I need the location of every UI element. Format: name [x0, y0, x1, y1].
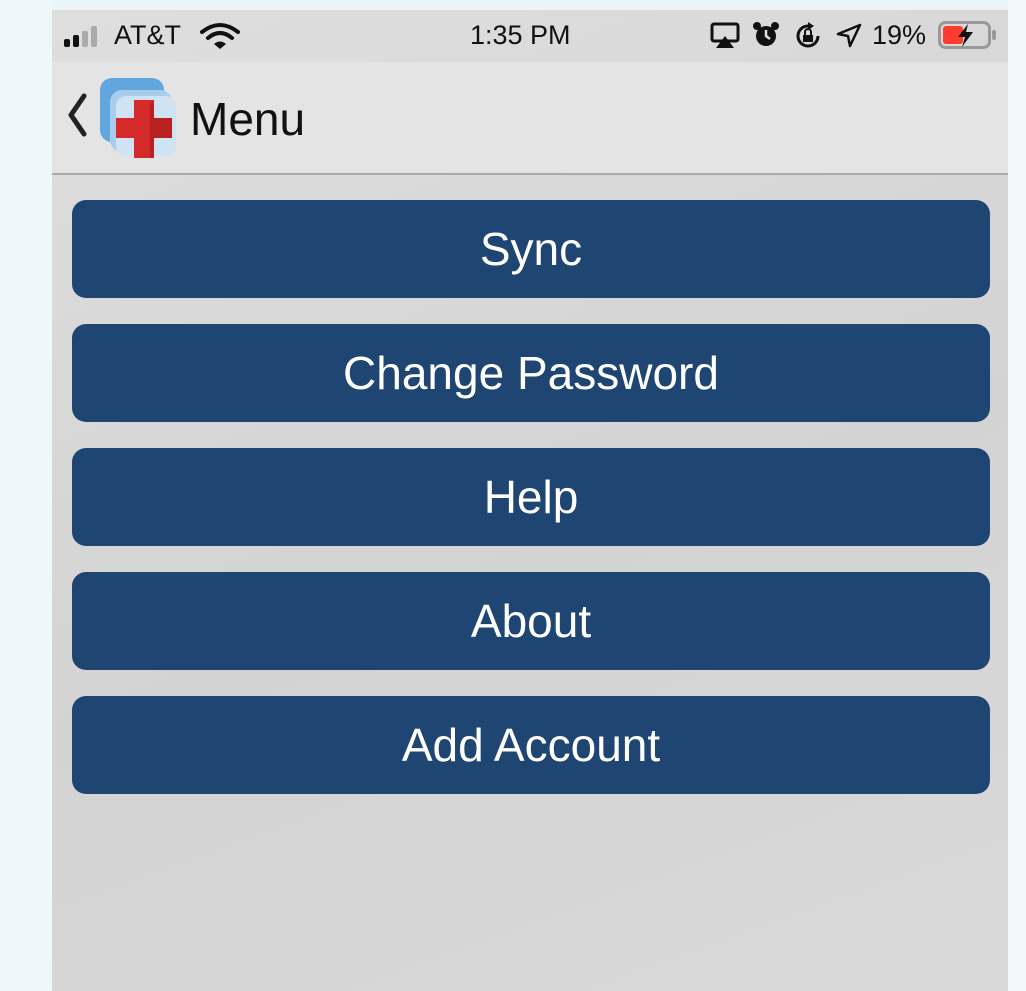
carrier-label: AT&T	[114, 20, 181, 50]
alarm-icon	[753, 22, 779, 46]
wifi-icon	[200, 23, 240, 49]
sync-button[interactable]: Sync	[72, 200, 990, 298]
phone-screen: AT&T 1:35 PM 19% Menu Sync Change Passwo…	[52, 10, 1008, 991]
backdrop-right	[1008, 0, 1026, 991]
medical-cross-app-icon[interactable]	[96, 76, 182, 162]
airplay-icon	[710, 22, 740, 48]
add-account-button[interactable]: Add Account	[72, 696, 990, 794]
page-title: Menu	[190, 93, 306, 145]
about-button[interactable]: About	[72, 572, 990, 670]
signal-icon	[64, 25, 108, 47]
chevron-left-icon[interactable]	[66, 90, 88, 140]
status-bar: AT&T 1:35 PM 19%	[52, 10, 1008, 60]
backdrop-left	[0, 0, 52, 991]
change-password-button[interactable]: Change Password	[72, 324, 990, 422]
navigation-bar: Menu	[52, 62, 1008, 175]
battery-percent: 19%	[872, 20, 927, 50]
location-icon	[836, 23, 862, 48]
battery-charging-icon	[938, 21, 996, 49]
help-button[interactable]: Help	[72, 448, 990, 546]
rotation-lock-icon	[796, 22, 820, 48]
clock-time: 1:35 PM	[470, 20, 571, 50]
